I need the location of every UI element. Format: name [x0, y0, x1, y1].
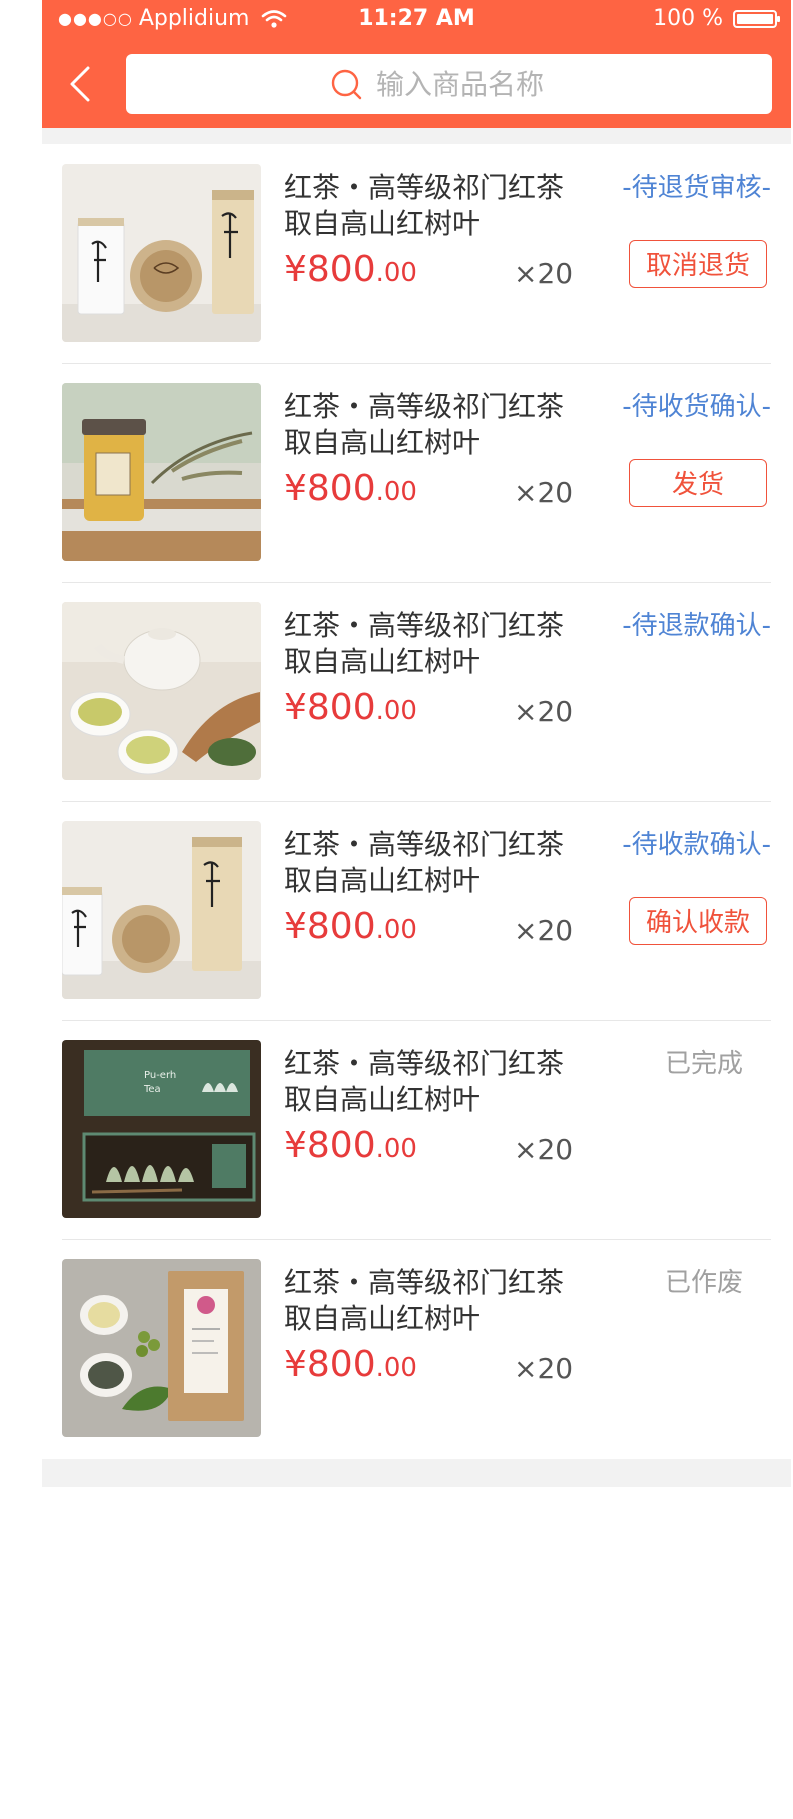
app-screen: ●●●○○ Applidium 11:27 AM 100 % 输入商品名称 红茶… — [42, 0, 791, 1500]
product-title-line2: 取自高山红树叶 — [284, 1302, 481, 1335]
order-item[interactable]: 红茶・高等级祁门红茶 取自高山红树叶 ¥800.00 ×20 -待收款确认- 确… — [42, 801, 791, 1020]
price-main: ¥800 — [284, 906, 376, 947]
product-title: 红茶・高等级祁门红茶 取自高山红树叶 — [284, 1265, 584, 1337]
product-quantity: ×20 — [514, 695, 574, 728]
product-title-line1: 红茶・高等级祁门红茶 — [284, 1047, 565, 1080]
product-title: 红茶・高等级祁门红茶 取自高山红树叶 — [284, 170, 584, 242]
price-main: ¥800 — [284, 249, 376, 290]
product-title-line2: 取自高山红树叶 — [284, 207, 481, 240]
order-status: -待退货审核- — [622, 173, 771, 203]
status-bar: ●●●○○ Applidium 11:27 AM 100 % — [42, 0, 791, 40]
product-price: ¥800.00 — [284, 1343, 417, 1390]
product-title-line2: 取自高山红树叶 — [284, 645, 481, 678]
product-title-line1: 红茶・高等级祁门红茶 — [284, 1266, 565, 1299]
order-status: 已作废 — [664, 1268, 743, 1298]
product-title-line1: 红茶・高等级祁门红茶 — [284, 828, 565, 861]
product-title-line2: 取自高山红树叶 — [284, 1083, 481, 1116]
box-text-line1: Pu-erh — [144, 1070, 176, 1081]
battery-percent: 100 % — [653, 6, 723, 31]
search-bar[interactable] — [126, 54, 772, 114]
product-title-line1: 红茶・高等级祁门红茶 — [284, 609, 565, 642]
product-title: 红茶・高等级祁门红茶 取自高山红树叶 — [284, 827, 584, 899]
search-icon — [331, 69, 362, 100]
product-title: 红茶・高等级祁门红茶 取自高山红树叶 — [284, 1046, 584, 1118]
product-title: 红茶・高等级祁门红茶 取自高山红树叶 — [284, 389, 584, 461]
order-status: -待收货确认- — [622, 392, 771, 422]
tea-canisters-image — [62, 164, 261, 342]
order-status: -待收款确认- — [622, 830, 771, 860]
price-cents: .00 — [375, 1353, 417, 1383]
product-title: 红茶・高等级祁门红茶 取自高山红树叶 — [284, 608, 584, 680]
product-price: ¥800.00 — [284, 1124, 417, 1171]
kraft-tea-bag-image — [62, 1259, 261, 1437]
product-quantity: ×20 — [514, 1133, 574, 1166]
product-quantity: ×20 — [514, 257, 574, 290]
bottom-divider — [42, 1459, 791, 1487]
price-cents: .00 — [375, 915, 417, 945]
teapot-cups-image — [62, 602, 261, 780]
order-item[interactable]: 红茶・高等级祁门红茶 取自高山红树叶 ¥800.00 ×20 -待收货确认- 发… — [42, 363, 791, 582]
price-cents: .00 — [375, 696, 417, 726]
product-price: ¥800.00 — [284, 467, 417, 514]
product-quantity: ×20 — [514, 476, 574, 509]
honey-jar-image — [62, 383, 261, 561]
price-cents: .00 — [375, 258, 417, 288]
chevron-left-icon — [70, 66, 90, 102]
order-item[interactable]: 红茶・高等级祁门红茶 取自高山红树叶 ¥800.00 ×20 已作废 — [42, 1239, 791, 1458]
product-price: ¥800.00 — [284, 686, 417, 733]
battery-info: 100 % — [653, 6, 780, 31]
product-quantity: ×20 — [514, 914, 574, 947]
product-price: ¥800.00 — [284, 248, 417, 295]
order-item[interactable]: 红茶・高等级祁门红茶 取自高山红树叶 ¥800.00 ×20 -待退货审核- 取… — [42, 144, 791, 363]
order-item[interactable]: 红茶・高等级祁门红茶 取自高山红树叶 ¥800.00 ×20 -待退款确认- — [42, 582, 791, 801]
box-text-line2: Tea — [143, 1084, 161, 1095]
price-main: ¥800 — [284, 687, 376, 728]
product-title-line2: 取自高山红树叶 — [284, 426, 481, 459]
search-input[interactable] — [374, 66, 568, 102]
product-title-line1: 红茶・高等级祁门红茶 — [284, 171, 565, 204]
order-item[interactable]: Pu-erh Tea 红茶・高等级祁门红茶 取自高山红树叶 ¥800.00 ×2… — [42, 1020, 791, 1239]
product-quantity: ×20 — [514, 1352, 574, 1385]
product-price: ¥800.00 — [284, 905, 417, 952]
price-cents: .00 — [375, 477, 417, 507]
battery-icon — [733, 9, 780, 28]
puerh-tea-box-image: Pu-erh Tea — [62, 1040, 261, 1218]
order-status: -待退款确认- — [622, 611, 771, 641]
divider-strip — [42, 128, 791, 144]
confirm-payment-button[interactable]: 确认收款 — [629, 897, 767, 945]
price-main: ¥800 — [284, 468, 376, 509]
tea-canisters-image — [62, 821, 261, 999]
price-main: ¥800 — [284, 1125, 376, 1166]
back-button[interactable] — [64, 62, 104, 106]
product-title-line1: 红茶・高等级祁门红茶 — [284, 390, 565, 423]
ship-button[interactable]: 发货 — [629, 459, 767, 507]
price-cents: .00 — [375, 1134, 417, 1164]
order-list: 红茶・高等级祁门红茶 取自高山红树叶 ¥800.00 ×20 -待退货审核- 取… — [42, 144, 791, 1458]
product-title-line2: 取自高山红树叶 — [284, 864, 481, 897]
cancel-return-button[interactable]: 取消退货 — [629, 240, 767, 288]
top-bar: ●●●○○ Applidium 11:27 AM 100 % — [42, 0, 791, 128]
price-main: ¥800 — [284, 1344, 376, 1385]
order-status: 已完成 — [664, 1049, 743, 1079]
